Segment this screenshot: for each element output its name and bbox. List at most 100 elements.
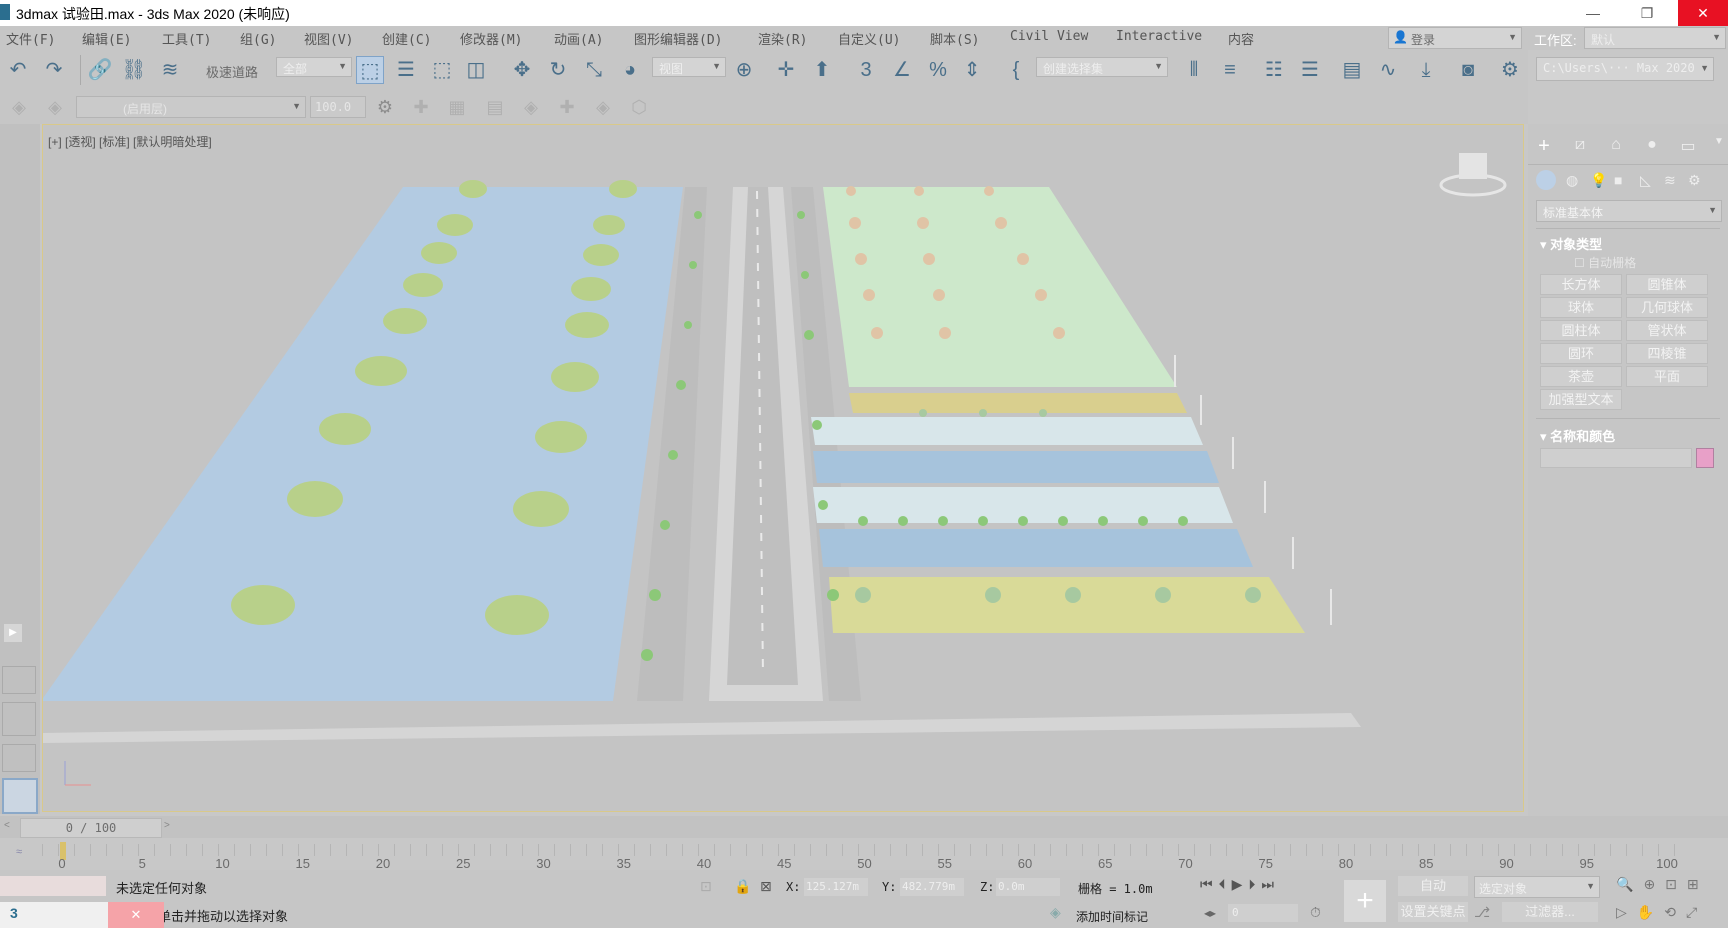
layout-tab-1[interactable] [2, 666, 36, 694]
select-by-name-icon[interactable]: ☰ [392, 56, 420, 84]
perspective-viewport[interactable] [42, 124, 1524, 812]
menu-file[interactable]: 文件(F) [6, 29, 55, 48]
rect-selection-region-icon[interactable]: ⬚ [428, 56, 456, 84]
orbit-icon[interactable]: ⟲ [1664, 904, 1686, 920]
account-dropdown[interactable]: 👤 登录 ▼ [1388, 27, 1522, 49]
helpers-icon[interactable]: ◺ [1640, 172, 1651, 189]
text-plus-button[interactable]: 加强型文本 [1540, 389, 1622, 410]
lock-selection-icon[interactable]: 🔒 [734, 878, 751, 895]
keyboard-shortcut-override-icon[interactable]: ⬆ [808, 56, 836, 84]
goto-end-icon[interactable]: ⏭ [1261, 876, 1280, 892]
set-key-big-button[interactable]: + [1344, 880, 1386, 922]
sphere-button[interactable]: 球体 [1540, 297, 1622, 318]
material-editor-icon[interactable]: ◙ [1454, 56, 1482, 84]
cone-button[interactable]: 圆锥体 [1626, 274, 1708, 295]
object-name-field[interactable] [1540, 448, 1692, 468]
pivot-center-icon[interactable]: ⊕ [730, 56, 758, 84]
schematic-view-icon[interactable]: ⤓ [1412, 56, 1440, 84]
goto-start-icon[interactable]: ⏮ [1200, 876, 1219, 892]
autogrid-checkbox[interactable]: ☐ 自动栅格 [1574, 254, 1636, 271]
layer-settings-icon[interactable]: ⚙ [372, 94, 398, 120]
geometry-icon[interactable] [1536, 170, 1556, 190]
spinner-snap-icon[interactable]: ⇕ [958, 56, 986, 84]
zoom-icon[interactable]: 🔍 [1616, 876, 1643, 892]
z-field[interactable]: 0.0m [996, 878, 1060, 896]
isolate-layer-icon[interactable]: ⬡ [626, 94, 652, 120]
layout-tab-3[interactable] [2, 744, 36, 772]
time-slider[interactable]: 0 / 100 [20, 818, 162, 838]
app-taskbar-icon[interactable]: 3 [10, 905, 18, 921]
viewport-label[interactable]: [+] [透视] [标准] [默认明暗处理] [48, 133, 212, 150]
pyramid-button[interactable]: 四棱锥 [1626, 343, 1708, 364]
menu-civil-view[interactable]: Civil View [1010, 29, 1088, 44]
field-of-view-icon[interactable]: ▷ [1616, 904, 1637, 920]
hide-layer-icon[interactable]: ✚ [554, 94, 580, 120]
named-selection-dropdown[interactable]: 创建选择集 ▼ [1036, 57, 1168, 77]
redo-icon[interactable]: ↷ [40, 56, 68, 84]
scale-icon[interactable]: ⤡ [580, 56, 608, 84]
tube-button[interactable]: 管状体 [1626, 320, 1708, 341]
motion-tab-icon[interactable]: ● [1642, 136, 1662, 156]
box-button[interactable]: 长方体 [1540, 274, 1622, 295]
key-filters-icon[interactable]: ⎇ [1474, 904, 1490, 921]
maximize-button[interactable]: ❐ [1624, 0, 1670, 26]
select-layer-icon[interactable]: ▤ [482, 94, 508, 120]
prev-key-icon[interactable]: ⏴ [1219, 876, 1232, 892]
menu-modifiers[interactable]: 修改器(M) [460, 29, 522, 48]
layout-tab-2[interactable] [2, 702, 36, 736]
x-field[interactable]: 125.127m [804, 878, 868, 896]
shapes-icon[interactable]: ◍ [1566, 172, 1578, 189]
layout-tab-4[interactable] [2, 778, 38, 814]
key-filters-button[interactable]: 过滤器... [1502, 902, 1598, 922]
next-frame-icon[interactable]: > [164, 820, 178, 834]
ref-coord-dropdown[interactable]: 视图 ▼ [652, 57, 726, 77]
edit-named-selection-icon[interactable]: { [1002, 56, 1030, 84]
render-setup-icon[interactable]: ⚙ [1496, 56, 1524, 84]
add-to-layer-icon[interactable]: ▦ [444, 94, 470, 120]
rollout-object-type[interactable]: ▾ 对象类型 [1540, 234, 1602, 253]
display-tab-icon[interactable]: ▭ [1678, 136, 1698, 156]
menu-view[interactable]: 视图(V) [304, 29, 353, 48]
cameras-icon[interactable]: ■ [1614, 172, 1622, 188]
layer-explorer-icon[interactable]: ☰ [1296, 56, 1324, 84]
pan-icon[interactable]: ✋ [1637, 904, 1664, 920]
category-dropdown[interactable]: 标准基本体 ▼ [1536, 200, 1722, 222]
play-icon[interactable]: ▶ [1232, 876, 1249, 892]
key-selection-dropdown[interactable]: 选定对象 ▼ [1474, 876, 1600, 898]
systems-icon[interactable]: ⚙ [1688, 172, 1701, 189]
layer-add-icon[interactable]: ◈ [42, 94, 68, 120]
menu-graph-editors[interactable]: 图形编辑器(D) [634, 29, 722, 48]
spin-field[interactable]: 100.0 [310, 96, 366, 118]
menu-create[interactable]: 创建(C) [382, 29, 431, 48]
object-color-swatch[interactable] [1696, 448, 1714, 468]
snaps-toggle-icon[interactable]: 3 [852, 56, 880, 84]
add-time-tag[interactable]: 添加时间标记 [1076, 908, 1148, 925]
mini-curve-icon[interactable]: ≈ [16, 846, 22, 858]
selection-filter-dropdown[interactable]: 全部 ▼ [276, 57, 352, 77]
menu-edit[interactable]: 编辑(E) [82, 29, 131, 48]
menu-animation[interactable]: 动画(A) [554, 29, 603, 48]
create-tab-icon[interactable]: + [1534, 136, 1554, 156]
teapot-button[interactable]: 茶壶 [1540, 366, 1622, 387]
align-icon[interactable]: ≡ [1216, 56, 1244, 84]
create-layer-icon[interactable]: ✚ [408, 94, 434, 120]
chevron-down-icon[interactable]: ▼ [1714, 136, 1726, 156]
geosphere-button[interactable]: 几何球体 [1626, 297, 1708, 318]
select-manipulate-icon[interactable]: ✛ [772, 56, 800, 84]
set-current-layer-icon[interactable]: ◈ [518, 94, 544, 120]
lights-icon[interactable]: 💡 [1590, 172, 1607, 189]
absolute-mode-icon[interactable]: ⊠ [760, 878, 772, 895]
maximize-viewport-icon[interactable]: ⤢ [1686, 904, 1707, 920]
move-icon[interactable]: ✥ [508, 56, 536, 84]
menu-interactive[interactable]: Interactive [1116, 29, 1202, 44]
unlink-icon[interactable]: ⛓ [120, 56, 148, 84]
percent-snap-icon[interactable]: % [924, 56, 952, 84]
curve-editor-icon[interactable]: ∿ [1374, 56, 1402, 84]
modify-tab-icon[interactable]: ⧄ [1570, 136, 1590, 156]
cylinder-button[interactable]: 圆柱体 [1540, 320, 1622, 341]
y-field[interactable]: 482.779m [900, 878, 964, 896]
isolate-selection-icon[interactable]: ⊡ [700, 878, 712, 895]
menu-customize[interactable]: 自定义(U) [838, 29, 900, 48]
zoom-extents-icon[interactable]: ⊡ [1665, 876, 1687, 892]
angle-snap-icon[interactable]: ∠ [888, 56, 916, 84]
